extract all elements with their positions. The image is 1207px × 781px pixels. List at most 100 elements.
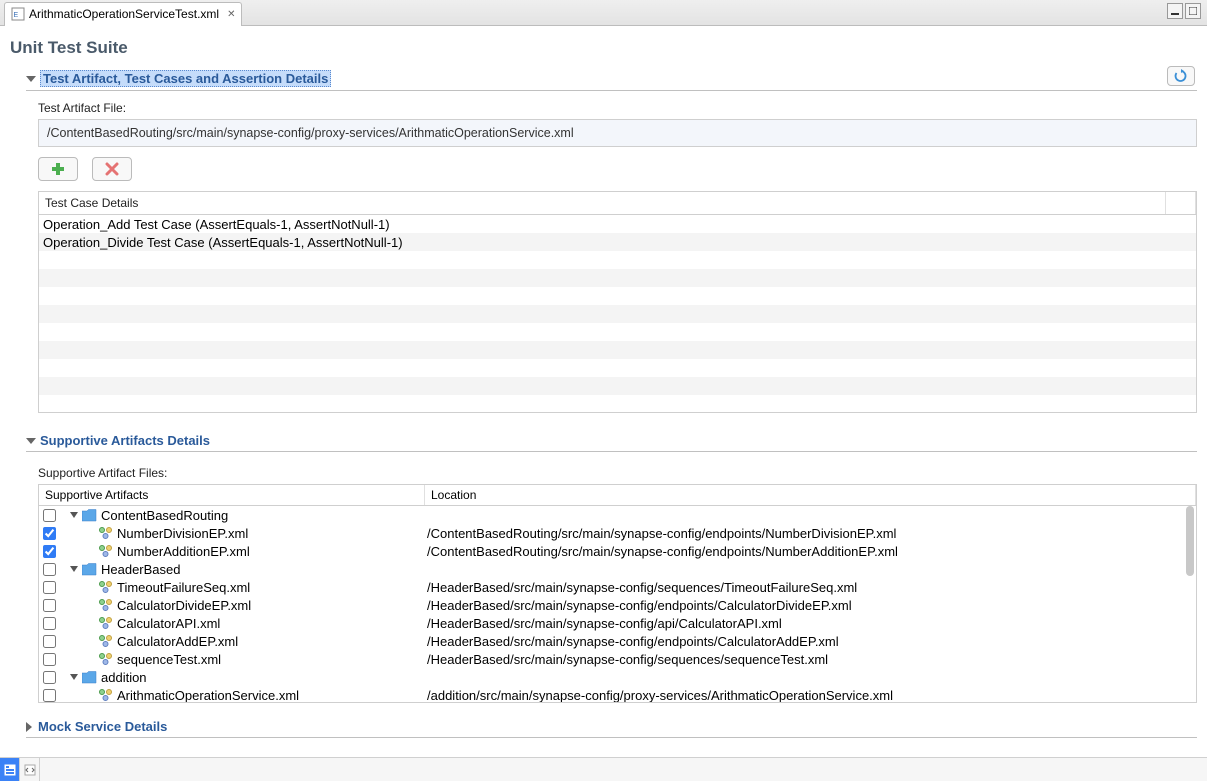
delete-button[interactable] bbox=[92, 157, 132, 181]
section-title-mock-service: Mock Service Details bbox=[38, 719, 167, 734]
tree-item-name: NumberAdditionEP.xml bbox=[117, 544, 250, 559]
table-row[interactable] bbox=[39, 269, 1196, 287]
tree-checkbox[interactable] bbox=[43, 527, 56, 540]
tree-file-row[interactable]: CalculatorAddEP.xml/HeaderBased/src/main… bbox=[39, 632, 1196, 650]
page-title: Unit Test Suite bbox=[0, 26, 1207, 68]
maximize-button[interactable] bbox=[1185, 3, 1201, 19]
tree-checkbox[interactable] bbox=[43, 581, 56, 594]
editor-tab[interactable]: E ArithmaticOperationServiceTest.xml ✕ bbox=[4, 2, 242, 26]
close-icon[interactable]: ✕ bbox=[227, 9, 235, 20]
tree-item-location: /HeaderBased/src/main/synapse-config/seq… bbox=[425, 652, 1196, 667]
x-icon bbox=[105, 162, 119, 176]
table-row[interactable] bbox=[39, 395, 1196, 412]
bottom-tab-source[interactable] bbox=[20, 758, 40, 781]
table-row[interactable] bbox=[39, 323, 1196, 341]
tree-item-name: NumberDivisionEP.xml bbox=[117, 526, 248, 541]
field-label-supportive-files: Supportive Artifact Files: bbox=[38, 466, 1197, 480]
table-cell bbox=[39, 367, 47, 369]
test-case-table-body[interactable]: Operation_Add Test Case (AssertEquals-1,… bbox=[39, 215, 1196, 412]
bottom-tab-bar bbox=[0, 757, 1207, 781]
table-cell bbox=[39, 313, 47, 315]
tree-item-name: CalculatorDivideEP.xml bbox=[117, 598, 251, 613]
tree-file-row[interactable]: NumberDivisionEP.xml/ContentBasedRouting… bbox=[39, 524, 1196, 542]
section-header-mock-service[interactable]: Mock Service Details bbox=[26, 717, 1197, 738]
tree-item-name: ArithmaticOperationService.xml bbox=[117, 688, 299, 703]
folder-icon bbox=[82, 509, 97, 522]
supportive-artifacts-table: Supportive Artifacts Location ContentBas… bbox=[38, 484, 1197, 703]
field-label-test-artifact-file: Test Artifact File: bbox=[38, 101, 1197, 115]
tree-checkbox[interactable] bbox=[43, 689, 56, 702]
folder-icon bbox=[82, 671, 97, 684]
tree-item-location: /HeaderBased/src/main/synapse-config/api… bbox=[425, 616, 1196, 631]
window-controls bbox=[1167, 3, 1201, 19]
tree-folder-row[interactable]: HeaderBased bbox=[39, 560, 1196, 578]
minimize-button[interactable] bbox=[1167, 3, 1183, 19]
table-row[interactable] bbox=[39, 305, 1196, 323]
chevron-down-icon[interactable] bbox=[26, 76, 36, 82]
artifact-icon bbox=[98, 688, 113, 702]
tree-item-location: /HeaderBased/src/main/synapse-config/seq… bbox=[425, 580, 1196, 595]
editor-tab-bar: E ArithmaticOperationServiceTest.xml ✕ bbox=[0, 0, 1207, 26]
tree-item-location: /ContentBasedRouting/src/main/synapse-co… bbox=[425, 526, 1196, 541]
table-row[interactable] bbox=[39, 377, 1196, 395]
table-row[interactable] bbox=[39, 359, 1196, 377]
table-cell bbox=[39, 331, 47, 333]
column-header-location: Location bbox=[425, 485, 1196, 505]
tree-item-name: TimeoutFailureSeq.xml bbox=[117, 580, 250, 595]
chevron-right-icon[interactable] bbox=[26, 722, 32, 732]
table-row[interactable] bbox=[39, 287, 1196, 305]
tree-checkbox[interactable] bbox=[43, 617, 56, 630]
tree-checkbox[interactable] bbox=[43, 635, 56, 648]
supportive-artifacts-tree[interactable]: ContentBasedRoutingNumberDivisionEP.xml/… bbox=[39, 506, 1196, 702]
tree-item-location: /HeaderBased/src/main/synapse-config/end… bbox=[425, 598, 1196, 613]
tree-file-row[interactable]: ArithmaticOperationService.xml/addition/… bbox=[39, 686, 1196, 702]
tree-file-row[interactable]: CalculatorAPI.xml/HeaderBased/src/main/s… bbox=[39, 614, 1196, 632]
table-row[interactable]: Operation_Divide Test Case (AssertEquals… bbox=[39, 233, 1196, 251]
tree-folder-row[interactable]: ContentBasedRouting bbox=[39, 506, 1196, 524]
bottom-tab-form[interactable] bbox=[0, 758, 20, 781]
tree-checkbox[interactable] bbox=[43, 671, 56, 684]
table-cell bbox=[39, 385, 47, 387]
table-row[interactable]: Operation_Add Test Case (AssertEquals-1,… bbox=[39, 215, 1196, 233]
svg-text:E: E bbox=[14, 12, 19, 19]
tree-checkbox[interactable] bbox=[43, 509, 56, 522]
tree-file-row[interactable]: CalculatorDivideEP.xml/HeaderBased/src/m… bbox=[39, 596, 1196, 614]
editor-tab-title: ArithmaticOperationServiceTest.xml bbox=[29, 7, 219, 21]
table-header-test-case-details: Test Case Details bbox=[39, 192, 1166, 214]
tree-item-location: /ContentBasedRouting/src/main/synapse-co… bbox=[425, 544, 1196, 559]
refresh-button[interactable] bbox=[1167, 66, 1195, 86]
tree-file-row[interactable]: sequenceTest.xml/HeaderBased/src/main/sy… bbox=[39, 650, 1196, 668]
table-row[interactable] bbox=[39, 251, 1196, 269]
artifact-icon bbox=[98, 634, 113, 648]
artifact-icon bbox=[98, 652, 113, 666]
artifact-icon bbox=[98, 598, 113, 612]
folder-icon bbox=[82, 563, 97, 576]
section-header-supportive[interactable]: Supportive Artifacts Details bbox=[26, 431, 1197, 452]
artifact-icon bbox=[98, 616, 113, 630]
tree-checkbox[interactable] bbox=[43, 563, 56, 576]
tree-item-name: CalculatorAddEP.xml bbox=[117, 634, 238, 649]
tree-item-name: sequenceTest.xml bbox=[117, 652, 221, 667]
test-case-table: Test Case Details Operation_Add Test Cas… bbox=[38, 191, 1197, 413]
section-header-test-artifact[interactable]: Test Artifact, Test Cases and Assertion … bbox=[26, 68, 1197, 91]
tree-file-row[interactable]: TimeoutFailureSeq.xml/HeaderBased/src/ma… bbox=[39, 578, 1196, 596]
table-cell bbox=[39, 349, 47, 351]
add-button[interactable] bbox=[38, 157, 78, 181]
tree-checkbox[interactable] bbox=[43, 545, 56, 558]
scrollbar[interactable] bbox=[1186, 506, 1194, 576]
chevron-down-icon[interactable] bbox=[70, 566, 78, 572]
tree-checkbox[interactable] bbox=[43, 653, 56, 666]
tree-file-row[interactable]: NumberAdditionEP.xml/ContentBasedRouting… bbox=[39, 542, 1196, 560]
tree-folder-row[interactable]: addition bbox=[39, 668, 1196, 686]
table-row[interactable] bbox=[39, 341, 1196, 359]
test-artifact-file-input[interactable] bbox=[38, 119, 1197, 147]
chevron-down-icon[interactable] bbox=[70, 674, 78, 680]
chevron-down-icon[interactable] bbox=[26, 438, 36, 444]
tree-checkbox[interactable] bbox=[43, 599, 56, 612]
table-cell bbox=[39, 403, 47, 405]
tree-item-location: /addition/src/main/synapse-config/proxy-… bbox=[425, 688, 1196, 703]
chevron-down-icon[interactable] bbox=[70, 512, 78, 518]
artifact-icon bbox=[98, 526, 113, 540]
tree-item-location: /HeaderBased/src/main/synapse-config/end… bbox=[425, 634, 1196, 649]
section-title-test-artifact: Test Artifact, Test Cases and Assertion … bbox=[40, 70, 331, 87]
